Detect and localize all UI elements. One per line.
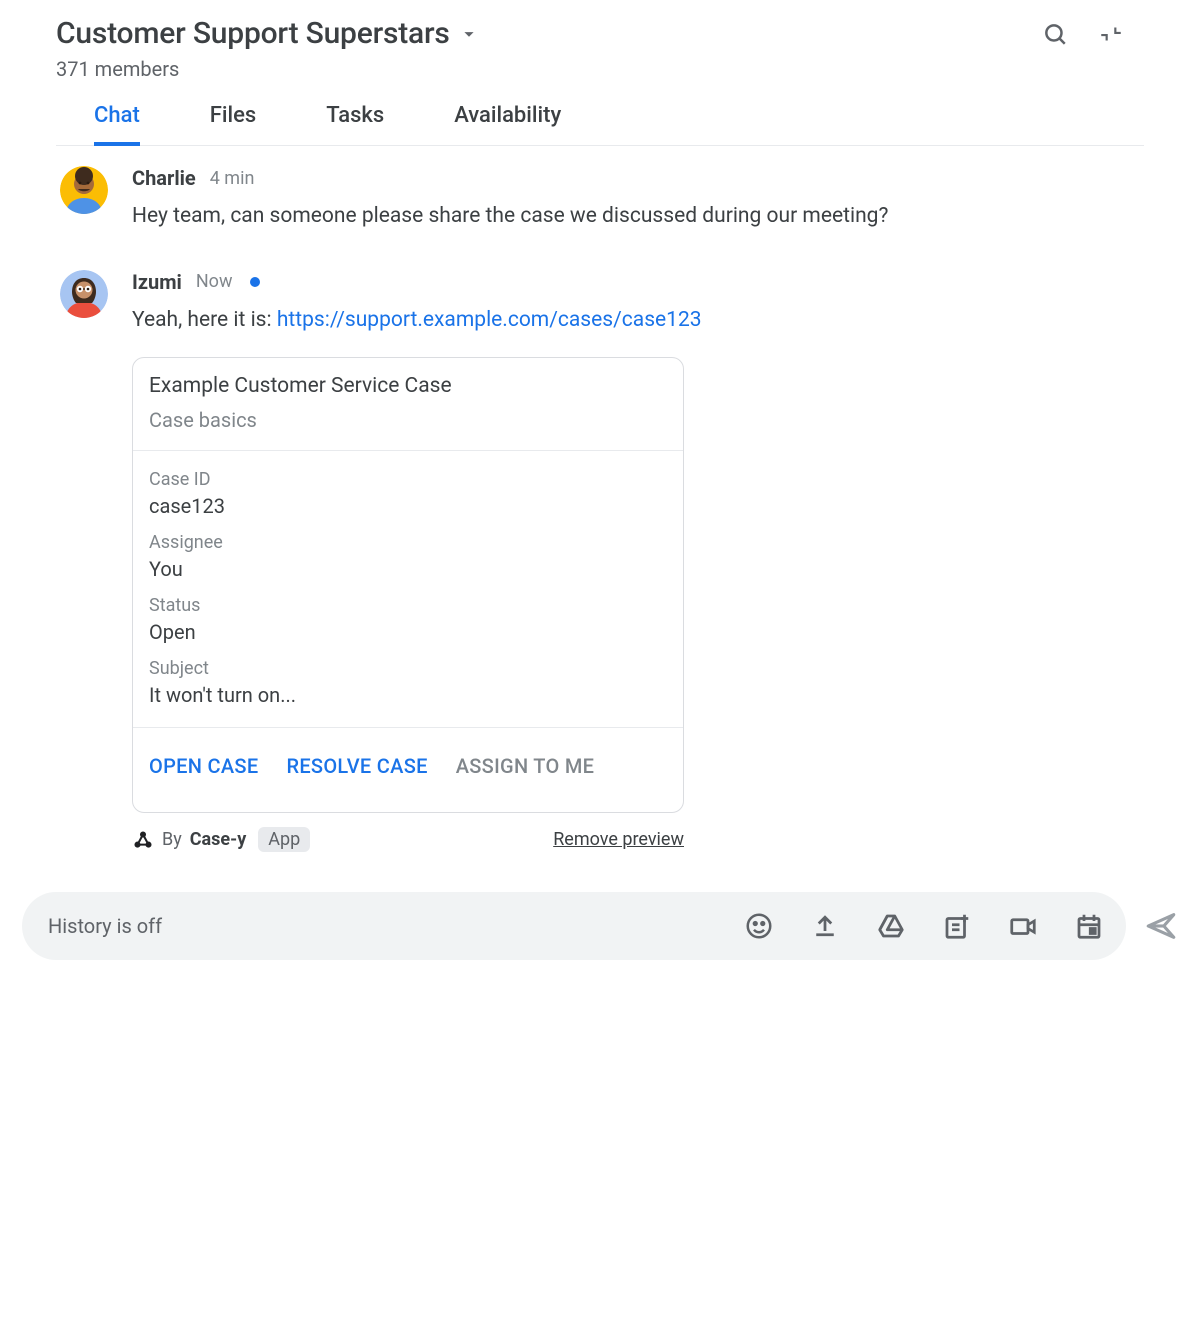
drive-icon[interactable] [876,911,906,941]
field-value: Open [149,620,667,644]
remove-preview-link[interactable]: Remove preview [553,829,684,850]
card-app-name: Case-y [190,829,247,850]
calendar-icon[interactable] [1074,911,1104,941]
member-count: 371 members [56,57,1144,81]
card-meta-by: By [162,829,182,850]
tab-chat[interactable]: Chat [94,103,140,146]
search-icon[interactable] [1042,21,1068,47]
field-label: Status [149,595,667,616]
field-label: Case ID [149,469,667,490]
open-case-button[interactable]: OPEN CASE [149,754,258,778]
avatar [60,166,108,214]
chevron-down-icon[interactable] [458,23,480,45]
message: Charlie 4 min Hey team, can someone plea… [84,166,1144,234]
app-badge: App [258,827,310,852]
tabs: Chat Files Tasks Availability [56,81,1144,146]
field-value: You [149,557,667,581]
tab-availability[interactable]: Availability [454,103,561,145]
case-link[interactable]: https://support.example.com/cases/case12… [277,308,702,332]
unread-indicator [250,277,260,287]
resolve-case-button[interactable]: RESOLVE CASE [286,754,427,778]
message-input[interactable]: History is off [22,892,1126,960]
upload-icon[interactable] [810,911,840,941]
field-value: case123 [149,494,667,518]
webhook-icon [132,829,154,851]
timestamp: Now [196,271,233,292]
avatar [60,270,108,318]
message-text: Yeah, here it is: https://support.exampl… [132,304,1144,338]
author-name: Charlie [132,166,196,190]
tab-tasks[interactable]: Tasks [326,103,384,145]
field-label: Assignee [149,532,667,553]
message-text-prefix: Yeah, here it is: [132,308,277,332]
emoji-icon[interactable] [744,911,774,941]
space-title[interactable]: Customer Support Superstars [56,16,450,51]
field-value: It won't turn on... [149,683,667,707]
create-doc-icon[interactable] [942,911,972,941]
send-icon[interactable] [1144,909,1178,943]
tab-files[interactable]: Files [210,103,256,145]
video-icon[interactable] [1008,911,1038,941]
card-subtitle: Case basics [149,408,667,432]
field-label: Subject [149,658,667,679]
card-title: Example Customer Service Case [149,374,667,398]
link-preview-card: Example Customer Service Case Case basic… [132,357,684,813]
message-text: Hey team, can someone please share the c… [132,200,1144,234]
assign-to-me-button[interactable]: ASSIGN TO ME [456,754,595,778]
author-name: Izumi [132,270,182,294]
composer-placeholder: History is off [48,914,744,938]
timestamp: 4 min [210,168,255,189]
message: Izumi Now Yeah, here it is: https://supp… [84,270,1144,853]
collapse-icon[interactable] [1098,21,1124,47]
